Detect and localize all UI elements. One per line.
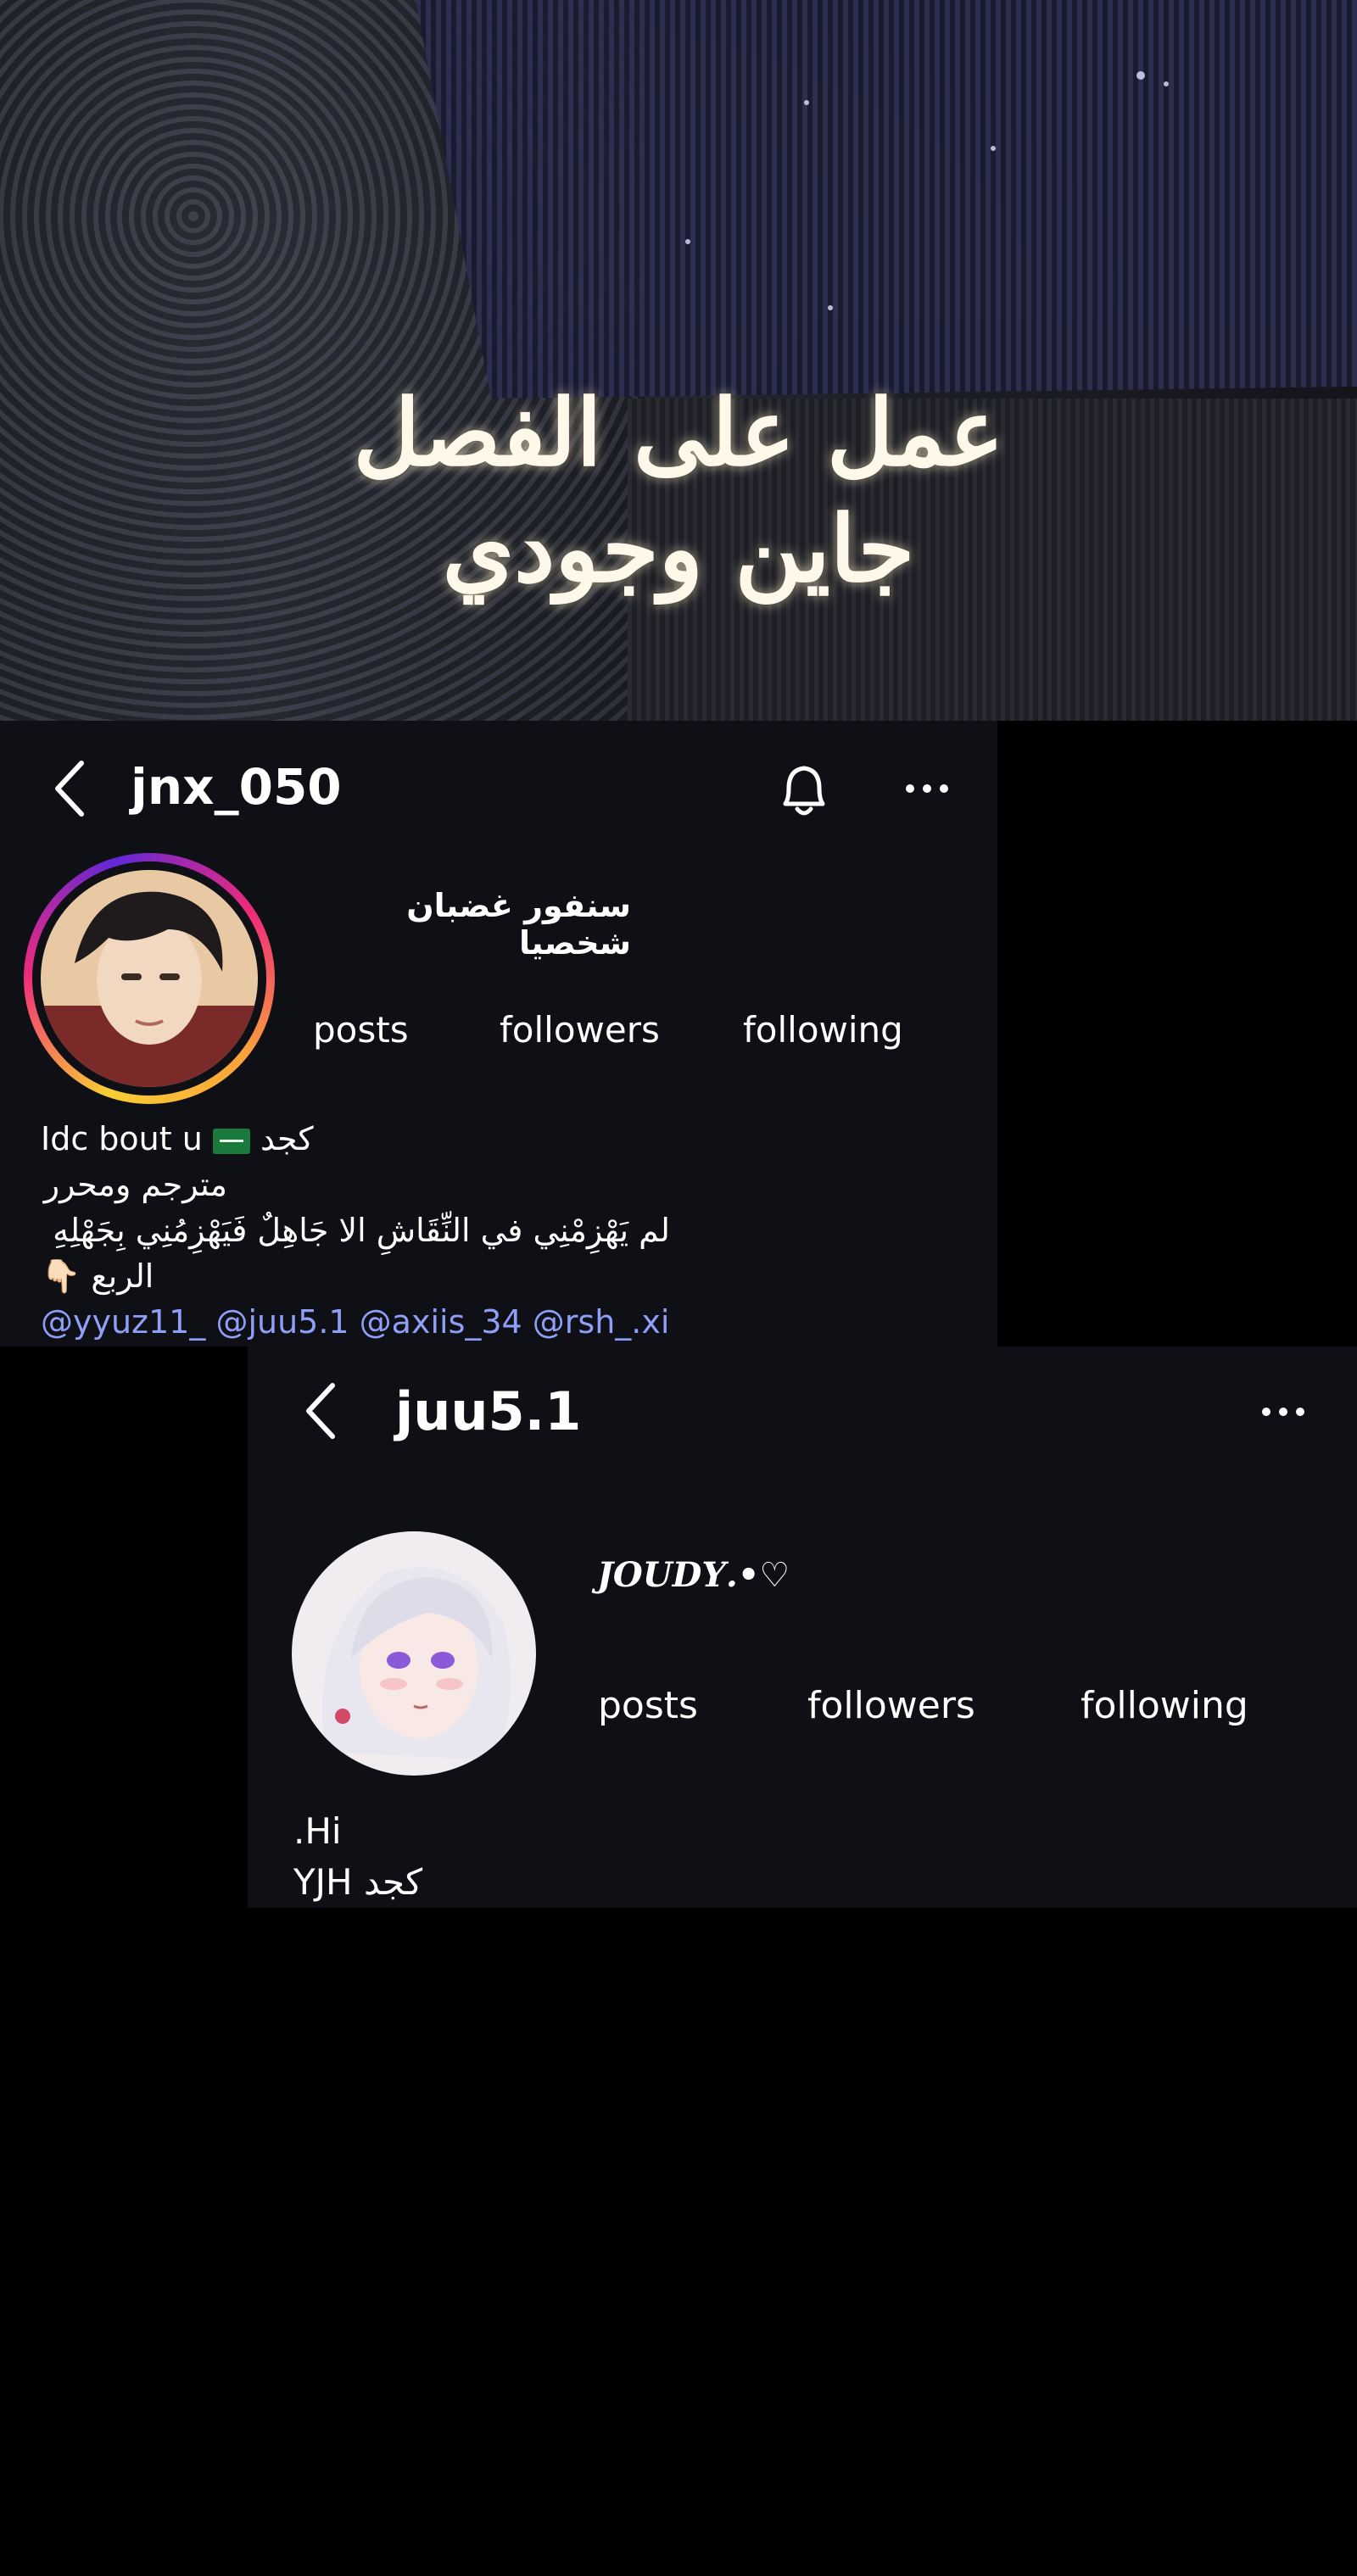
profile-username: juu5.1 [395,1380,582,1442]
stat-following[interactable]: following [743,1009,903,1051]
bio-mentions[interactable]: @yyuz11_ @juu5.1 @axiis_34 @rsh_.xi [41,1299,669,1345]
star-sparkle [991,146,996,151]
chevron-left-icon[interactable] [300,1379,341,1443]
stat-followers[interactable]: followers [500,1009,660,1051]
profile-username: jnx_050 [131,758,342,816]
avatar[interactable] [41,870,258,1087]
bell-icon[interactable] [773,758,835,822]
bio-text: الربع [91,1257,154,1295]
stat-posts[interactable]: posts [598,1684,698,1727]
profile-card-jnx050: jnx_050 سنفور غضبان شخصيا posts follower… [0,721,997,1347]
pointing-down-hand-icon: 👇🏻 [41,1257,81,1295]
banner-headline-line2: جاين وجودي [442,496,915,603]
profile-card-juu51: juu5.1 𝑱𝑶𝑼𝑫𝒀.•♡ posts followers followin… [248,1347,1357,1908]
star-sparkle [828,305,833,310]
banner-image: عمل على الفصل جاين وجودي [0,0,1357,721]
banner-headline-line1: عمل على الفصل [353,380,1004,487]
star-sparkle [1164,81,1169,86]
curtain-texture [416,0,1357,399]
bio-line-3: لم يَهْزِمْنِي في النِّقَاشِ الا جَاهِلٌ… [53,1212,670,1249]
star-sparkle [685,239,690,244]
stat-following[interactable]: following [1081,1684,1248,1727]
bio-line-1: Idc bout u كجد [41,1116,314,1162]
stat-followers[interactable]: followers [807,1684,975,1727]
chevron-left-icon[interactable] [49,756,90,821]
saudi-flag-icon [212,1128,250,1154]
bio-text-tail: كجد [260,1120,314,1157]
display-name: 𝑱𝑶𝑼𝑫𝒀.•♡ [597,1555,790,1595]
bio-line-1: .Hi [293,1810,342,1852]
star-sparkle [804,100,809,105]
avatar[interactable] [292,1531,536,1776]
stat-posts[interactable]: posts [313,1009,409,1051]
more-horizontal-icon[interactable] [906,784,948,793]
bio-text: Idc bout u [41,1120,203,1157]
display-name: سنفور غضبان شخصيا [406,887,631,962]
bio-line-2: YJH كجد [293,1861,423,1903]
star-sparkle [1136,71,1145,80]
bio-line-2: مترجم ومحرر [43,1166,227,1203]
more-horizontal-icon[interactable] [1262,1408,1304,1416]
bio-line-4: 👇🏻 الربع [41,1253,154,1299]
